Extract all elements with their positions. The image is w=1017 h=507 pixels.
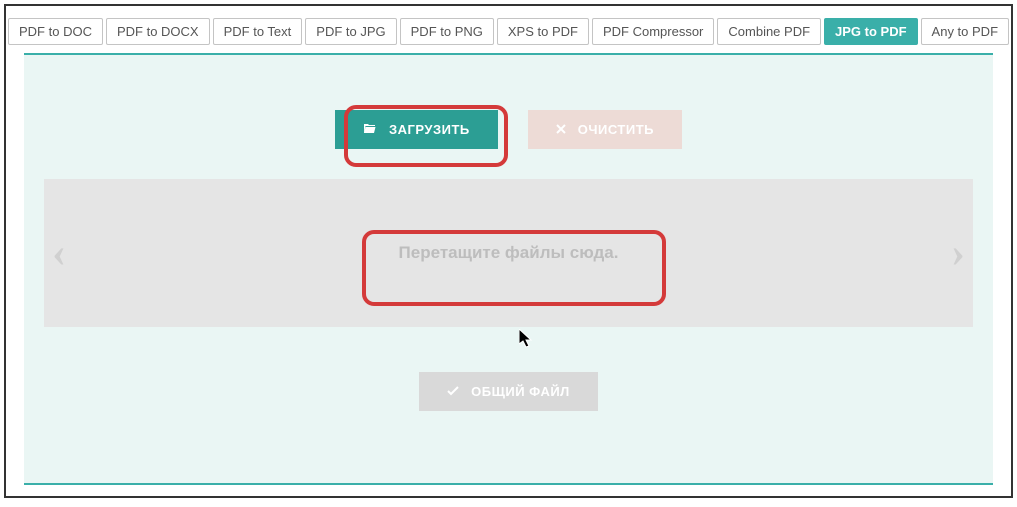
tab-combine-pdf[interactable]: Combine PDF xyxy=(717,18,821,45)
tab-pdf-to-jpg[interactable]: PDF to JPG xyxy=(305,18,396,45)
next-arrow[interactable]: › xyxy=(951,229,965,277)
action-buttons: ЗАГРУЗИТЬ ОЧИСТИТЬ xyxy=(24,110,993,149)
folder-open-icon xyxy=(363,122,377,137)
tab-pdf-to-doc[interactable]: PDF to DOC xyxy=(8,18,103,45)
clear-button-label: ОЧИСТИТЬ xyxy=(578,122,654,137)
close-icon xyxy=(556,123,566,137)
tab-pdf-to-docx[interactable]: PDF to DOCX xyxy=(106,18,210,45)
tab-pdf-to-png[interactable]: PDF to PNG xyxy=(400,18,494,45)
check-icon xyxy=(447,385,459,399)
content-area: ЗАГРУЗИТЬ ОЧИСТИТЬ ‹ Перетащите файлы сю… xyxy=(24,53,993,485)
tabs-bar: PDF to DOC PDF to DOCX PDF to Text PDF t… xyxy=(6,6,1011,45)
combined-file-label: ОБЩИЙ ФАЙЛ xyxy=(471,384,570,399)
combined-file-button[interactable]: ОБЩИЙ ФАЙЛ xyxy=(419,372,598,411)
tab-any-to-pdf[interactable]: Any to PDF xyxy=(921,18,1009,45)
tab-xps-to-pdf[interactable]: XPS to PDF xyxy=(497,18,589,45)
upload-button[interactable]: ЗАГРУЗИТЬ xyxy=(335,110,498,149)
tab-pdf-to-text[interactable]: PDF to Text xyxy=(213,18,303,45)
upload-button-label: ЗАГРУЗИТЬ xyxy=(389,122,470,137)
tab-jpg-to-pdf[interactable]: JPG to PDF xyxy=(824,18,918,45)
dropzone-text: Перетащите файлы сюда. xyxy=(399,243,619,263)
tab-pdf-compressor[interactable]: PDF Compressor xyxy=(592,18,714,45)
dropzone[interactable]: ‹ Перетащите файлы сюда. › xyxy=(44,179,973,327)
prev-arrow[interactable]: ‹ xyxy=(52,229,66,277)
clear-button[interactable]: ОЧИСТИТЬ xyxy=(528,110,682,149)
app-frame: PDF to DOC PDF to DOCX PDF to Text PDF t… xyxy=(4,4,1013,498)
bottom-buttons: ОБЩИЙ ФАЙЛ xyxy=(24,372,993,411)
